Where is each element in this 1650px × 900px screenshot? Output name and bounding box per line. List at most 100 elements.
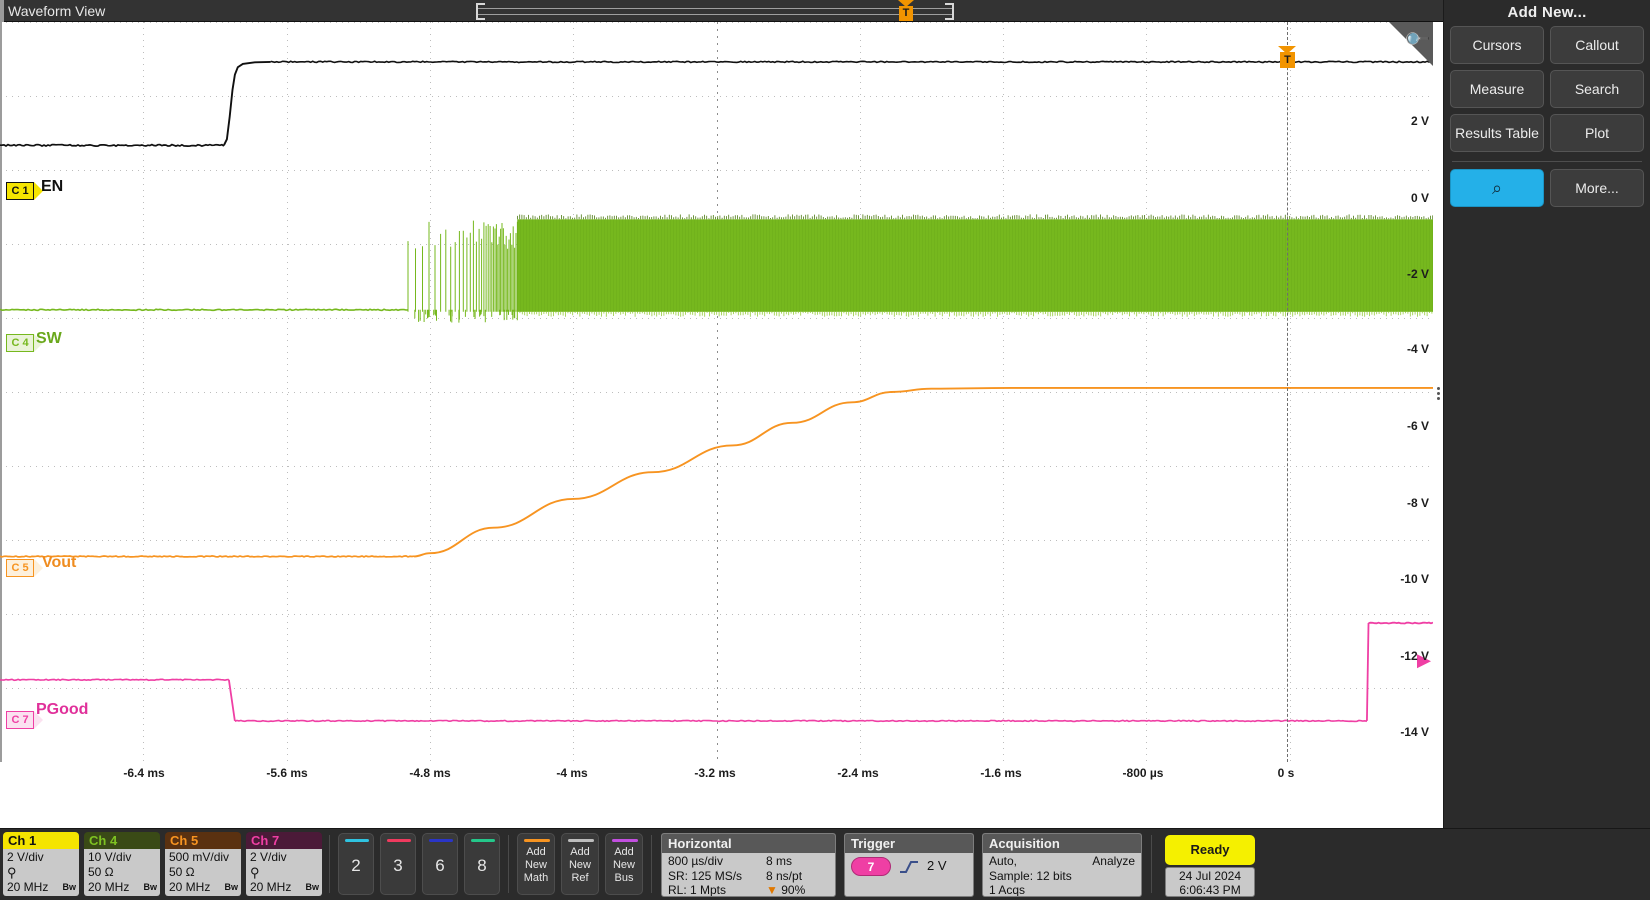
acquisition-count: 1 Acqs [989,883,1135,897]
channel-scale: 2 V/div [7,850,75,865]
overview-scroll-bar[interactable] [478,8,954,15]
sidebar-title: Add New... [1444,0,1650,24]
handle-label: C 5 [6,559,34,577]
overview-right-handle[interactable] [945,3,954,20]
channel-color-bar [345,839,369,842]
sidebar-button-label: More... [1575,180,1619,196]
divider [651,835,652,893]
channel-termination: 50 Ω [88,865,156,880]
time-tick-label: -3.2 ms [694,766,735,780]
channel-color-bar [471,839,495,842]
waveform-traces [0,22,1433,762]
channel-badge-ch4[interactable]: Ch 410 V/div50 Ω20 MHzBw [84,832,160,896]
voltage-tick-label: 2 V [1411,114,1429,128]
horizontal-position: 90% [781,883,805,897]
trace-label-sw[interactable]: SW [36,330,62,348]
time-tick-label: -800 µs [1123,766,1164,780]
voltage-tick-label: -10 V [1400,572,1429,586]
zoom-corner-badge[interactable]: 🔍 [1389,22,1433,66]
channel-button-label: 6 [423,856,457,876]
sidebar-button-label: Measure [1470,81,1524,97]
sidebar-button-more[interactable]: More... [1550,169,1644,207]
channel-button-label: 3 [381,856,415,876]
overview-left-handle[interactable] [476,3,485,20]
channel-scale: 500 mV/div [169,850,237,865]
add-button-color-bar [568,839,594,842]
channel-color-bar [387,839,411,842]
overview-trigger-marker[interactable]: T [896,0,916,22]
sidebar-button-callout[interactable]: Callout [1550,26,1644,64]
trace-label-pgood[interactable]: PGood [36,701,88,719]
add-new-sidebar: Add New... Cursors Callout Measure Search Re… [1443,0,1650,828]
sidebar-button-cursors[interactable]: Cursors [1450,26,1544,64]
channel-button-6[interactable]: 6 [422,833,458,895]
sidebar-button-search[interactable]: Search [1550,70,1644,108]
channel-badge-ch7[interactable]: Ch 72 V/div⚲20 MHzBw [246,832,322,896]
time-tick-label: -5.6 ms [266,766,307,780]
trigger-time-cursor[interactable] [1287,22,1288,762]
sidebar-button-label: Results Table [1455,125,1539,141]
add-new-bus-button[interactable]: AddNewBus [605,833,643,895]
add-button-color-bar [524,839,550,842]
channel-button-3[interactable]: 3 [380,833,416,895]
sidebar-button-zoom-select[interactable]: ⌕ [1450,169,1544,207]
channel-termination: 50 Ω [169,865,237,880]
handle-label: C 4 [6,334,34,352]
trigger-panel[interactable]: Trigger 7 2 V [844,833,974,897]
trigger-source-badge[interactable]: 7 [851,857,891,876]
horizontal-panel-body: 800 µs/div8 ms SR: 125 MS/s8 ns/pt RL: 1… [662,853,835,897]
horizontal-record-length: RL: 1 Mpts [668,883,766,897]
channel-handle-c5[interactable]: C 5 [6,559,40,577]
waveform-plot-area[interactable]: T 🔍 2 V0 V-2 V-4 V-6 V-8 V-10 V-12 V-14 … [0,22,1433,762]
handle-label: C 1 [6,182,34,200]
trace-label-vout[interactable]: Vout [42,554,76,572]
add-new-ref-button[interactable]: AddNewRef [561,833,599,895]
date-time-display: 24 Jul 2024 6:06:43 PM [1165,867,1255,897]
sidebar-button-label: Cursors [1472,37,1521,53]
acquisition-panel-body: Auto,Analyze Sample: 12 bits 1 Acqs [983,853,1141,897]
horizontal-sample-rate: SR: 125 MS/s [668,869,766,884]
sidebar-button-results-table[interactable]: Results Table [1450,114,1544,152]
voltage-tick-label: -14 V [1400,725,1429,739]
acquisition-analyze: Analyze [1092,854,1135,869]
divider [508,835,509,893]
channel-badge-body: 500 mV/div50 Ω20 MHzBw [165,849,241,896]
channel-button-label: 8 [465,856,499,876]
voltage-tick-label: 0 V [1411,191,1429,205]
sidebar-button-label: Search [1575,81,1619,97]
channel-button-2[interactable]: 2 [338,833,374,895]
channel-handle-c1[interactable]: C 1 [6,182,40,200]
channel-badge-ch1[interactable]: Ch 12 V/div⚲20 MHzBw [3,832,79,896]
trigger-position-icon: ▼ [766,883,778,897]
sidebar-button-plot[interactable]: Plot [1550,114,1644,152]
channel-button-8[interactable]: 8 [464,833,500,895]
horizontal-panel[interactable]: Horizontal 800 µs/div8 ms SR: 125 MS/s8 … [661,833,836,897]
channel-badge-ch5[interactable]: Ch 5500 mV/div50 Ω20 MHzBw [165,832,241,896]
time-tick-label: -6.4 ms [123,766,164,780]
waveform-view-titlebar[interactable]: Waveform View T [0,0,1508,22]
trigger-panel-title: Trigger [845,834,973,853]
channel-scale: 2 V/div [250,850,318,865]
time-tick-label: -2.4 ms [837,766,878,780]
trigger-marker-label: T [1280,52,1295,68]
trigger-panel-body: 7 2 V [845,853,973,877]
panel-resize-grip[interactable] [1437,385,1442,405]
acquisition-panel[interactable]: Acquisition Auto,Analyze Sample: 12 bits… [982,833,1142,897]
bottom-settings-bar: Ch 12 V/div⚲20 MHzBwCh 410 V/div50 Ω20 M… [0,828,1650,900]
add-button-label: AddNewBus [606,846,642,885]
acquisition-mode: Auto, [989,854,1017,869]
trace-label-en[interactable]: EN [41,178,63,196]
probe-icon: ⚲ [7,865,75,880]
trigger-marker[interactable]: T [1278,46,1297,68]
time-axis-labels: -6.4 ms-5.6 ms-4.8 ms-4 ms-3.2 ms-2.4 ms… [0,762,1433,790]
sidebar-button-measure[interactable]: Measure [1450,70,1544,108]
add-new-math-button[interactable]: AddNewMath [517,833,555,895]
inactive-channel-buttons: 2368 [335,829,503,895]
channel-badge-body: 2 V/div⚲20 MHzBw [246,849,322,896]
voltage-tick-label: -12 V [1400,649,1429,663]
divider [329,835,330,893]
status-stack: Ready 24 Jul 2024 6:06:43 PM [1157,829,1259,897]
channel-handle-c7[interactable]: C 7 [6,711,40,729]
run-status-button[interactable]: Ready [1165,835,1255,865]
channel-handle-c4[interactable]: C 4 [6,334,40,352]
